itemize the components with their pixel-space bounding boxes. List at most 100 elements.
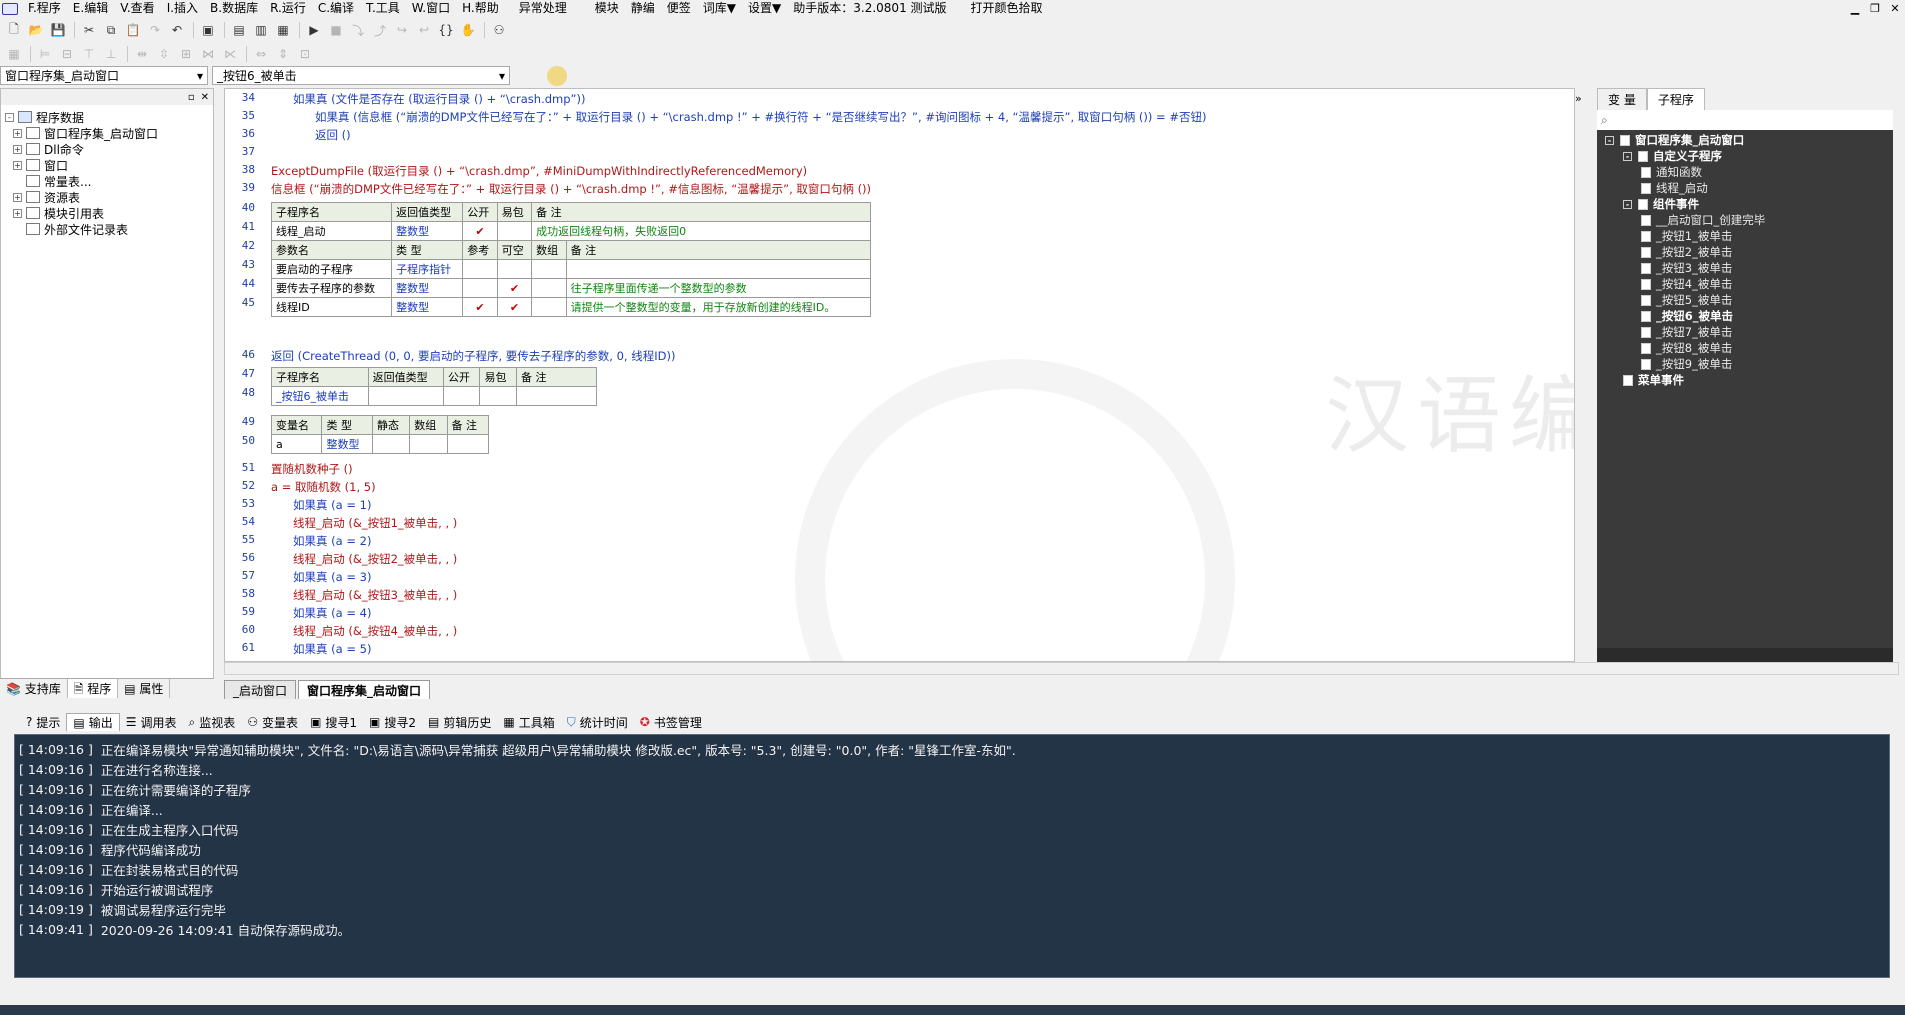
tab-hint[interactable]: ? 提示 bbox=[20, 714, 66, 731]
code-line-59[interactable]: 如果真 (a = 4) bbox=[293, 605, 371, 621]
subroutine-node[interactable]: - 自定义子程序 bbox=[1597, 148, 1893, 164]
align-bottom-icon[interactable]: ⊥ bbox=[101, 45, 121, 63]
step-4-icon[interactable]: ↩ bbox=[414, 21, 434, 39]
code-line-57[interactable]: 如果真 (a = 3) bbox=[293, 569, 371, 585]
menu-tools[interactable]: T.工具 bbox=[360, 0, 406, 17]
code-line-39[interactable]: 信息框 (“崩溃的DMP文件已经写在了：” + 取运行目录 () + “\cra… bbox=[271, 181, 871, 197]
menu-exception[interactable]: 异常处理 bbox=[513, 0, 573, 17]
menu-database[interactable]: B.数据库 bbox=[204, 0, 264, 17]
code-line-36[interactable]: 返回 () bbox=[315, 127, 351, 143]
subroutine-node[interactable]: 通知函数 bbox=[1597, 164, 1893, 180]
layout-1-icon[interactable]: ▤ bbox=[229, 21, 249, 39]
menu-view[interactable]: V.查看 bbox=[114, 0, 160, 17]
same-size-icon[interactable]: ⊞ bbox=[176, 45, 196, 63]
tab-search2[interactable]: ▣ 搜寻2 bbox=[363, 714, 422, 731]
tree-node[interactable]: - 程序数据 bbox=[5, 109, 213, 125]
tab-search1[interactable]: ▣ 搜寻1 bbox=[304, 714, 363, 731]
menu-compile[interactable]: C.编译 bbox=[312, 0, 360, 17]
binoculars-icon[interactable]: ⚇ bbox=[489, 21, 509, 39]
center-h-icon[interactable]: ⇔ bbox=[251, 45, 271, 63]
tab-start-window[interactable]: _启动窗口 bbox=[224, 680, 297, 699]
menu-program[interactable]: F.程序 bbox=[22, 0, 67, 17]
subroutine-node[interactable]: 菜单事件 bbox=[1597, 372, 1893, 388]
run-icon[interactable]: ▶ bbox=[304, 21, 324, 39]
tree-node[interactable]: 常量表... bbox=[5, 173, 213, 189]
layout-3-icon[interactable]: ▦ bbox=[273, 21, 293, 39]
tab-call-stack[interactable]: ☰ 调用表 bbox=[120, 714, 183, 731]
subroutine-node[interactable]: _按钮2_被单击 bbox=[1597, 244, 1893, 260]
code-line-51[interactable]: 置随机数种子 () bbox=[271, 461, 353, 477]
subroutine-node[interactable]: __启动窗口_创建完毕 bbox=[1597, 212, 1893, 228]
same-height-icon[interactable]: ⇳ bbox=[154, 45, 174, 63]
code-line-35[interactable]: 如果真 (信息框 (“崩溃的DMP文件已经写在了：” + 取运行目录 () + … bbox=[315, 109, 1206, 125]
space-h-icon[interactable]: ⋈ bbox=[198, 45, 218, 63]
save-icon[interactable]: 💾 bbox=[48, 21, 68, 39]
subroutine-node[interactable]: - 窗口程序集_启动窗口 bbox=[1597, 132, 1893, 148]
close-icon[interactable]: ✕ bbox=[1885, 0, 1905, 17]
tree-node[interactable]: 外部文件记录表 bbox=[5, 221, 213, 237]
tab-output[interactable]: ▤ 输出 bbox=[66, 713, 120, 731]
restore-icon[interactable]: ❐ bbox=[1865, 0, 1885, 17]
close-icon[interactable]: ✕ bbox=[201, 92, 209, 103]
menu-window[interactable]: W.窗口 bbox=[406, 0, 456, 17]
menu-color-picker[interactable]: 打开颜色拾取 bbox=[965, 0, 1049, 17]
tab-variables-table[interactable]: ⚇ 变量表 bbox=[241, 714, 304, 731]
subroutine-node[interactable]: _按钮9_被单击 bbox=[1597, 356, 1893, 372]
code-line-52[interactable]: a = 取随机数 (1, 5) bbox=[271, 479, 376, 495]
subroutine-node[interactable]: _按钮1_被单击 bbox=[1597, 228, 1893, 244]
subroutine-name[interactable]: 线程_启动 bbox=[270, 221, 393, 241]
grid-icon[interactable]: ⊡ bbox=[295, 45, 315, 63]
code-line-61[interactable]: 如果真 (a = 5) bbox=[293, 641, 371, 657]
copy-icon[interactable]: ⧉ bbox=[101, 21, 121, 39]
menu-insert[interactable]: I.插入 bbox=[161, 0, 204, 17]
editor-horizontal-scrollbar[interactable] bbox=[224, 662, 1899, 675]
tab-timing[interactable]: ⛉ 统计时间 bbox=[561, 714, 634, 731]
tree-node[interactable]: + Dll命令 bbox=[5, 141, 213, 157]
minimize-icon[interactable]: ▁ bbox=[1845, 0, 1865, 17]
step-1-icon[interactable]: ⤵ bbox=[348, 21, 368, 39]
tab-subroutines[interactable]: 子程序 bbox=[1646, 88, 1705, 110]
paste-icon[interactable]: 📋 bbox=[123, 21, 143, 39]
cut-icon[interactable]: ✂ bbox=[79, 21, 99, 39]
tree-node[interactable]: + 窗口程序集_启动窗口 bbox=[5, 125, 213, 141]
code-line-38[interactable]: ExceptDumpFile (取运行目录 () + “\crash.dmp”,… bbox=[271, 163, 807, 179]
subroutine-node[interactable]: _按钮4_被单击 bbox=[1597, 276, 1893, 292]
subroutine-node[interactable]: _按钮3_被单击 bbox=[1597, 260, 1893, 276]
same-width-icon[interactable]: ⇹ bbox=[132, 45, 152, 63]
collapse-panel-icon[interactable]: » bbox=[1575, 92, 1582, 105]
subroutine-node[interactable]: _按钮8_被单击 bbox=[1597, 340, 1893, 356]
center-v-icon[interactable]: ⇕ bbox=[273, 45, 293, 63]
subroutine-node[interactable]: _按钮7_被单击 bbox=[1597, 324, 1893, 340]
align-left-icon[interactable]: ⊨ bbox=[35, 45, 55, 63]
tree-node[interactable]: + 资源表 bbox=[5, 189, 213, 205]
step-2-icon[interactable]: ⤴ bbox=[370, 21, 390, 39]
menu-notes[interactable]: 便签 bbox=[661, 0, 697, 17]
code-line-60[interactable]: 线程_启动 (&_按钮4_被单击, , ) bbox=[293, 623, 457, 639]
find-icon[interactable]: ▣ bbox=[198, 21, 218, 39]
new-file-icon[interactable]: 🗋 bbox=[4, 21, 24, 39]
tab-program[interactable]: 🗎 程序 bbox=[67, 679, 119, 698]
tab-support-library[interactable]: 📚 支持库 bbox=[0, 679, 68, 698]
undo-icon[interactable]: ↶ bbox=[167, 21, 187, 39]
code-area[interactable]: 如果真 (文件是否存在 (取运行目录 () + “\crash.dmp”)) 如… bbox=[270, 89, 1561, 661]
tab-properties[interactable]: ▤ 属性 bbox=[118, 679, 171, 698]
menu-static[interactable]: 静编 bbox=[625, 0, 661, 17]
subroutine-search[interactable]: ⌕ bbox=[1597, 110, 1893, 130]
subroutine-node[interactable]: _按钮5_被单击 bbox=[1597, 292, 1893, 308]
menu-lexicon[interactable]: 词库▼ bbox=[697, 0, 742, 17]
menu-module[interactable]: 模块 bbox=[589, 0, 625, 17]
redo-icon[interactable]: ↷ bbox=[145, 21, 165, 39]
align-top-icon[interactable]: ⊤ bbox=[79, 45, 99, 63]
align-center-icon[interactable]: ⊟ bbox=[57, 45, 77, 63]
tab-window-class[interactable]: 窗口程序集_启动窗口 bbox=[298, 680, 431, 699]
class-selector[interactable]: 窗口程序集_启动窗口 ▾ bbox=[0, 66, 208, 85]
method-selector[interactable]: _按钮6_被单击 ▾ bbox=[212, 66, 510, 85]
tab-watch[interactable]: ⌕ 监视表 bbox=[183, 714, 242, 731]
menu-edit[interactable]: E.编辑 bbox=[67, 0, 114, 17]
tab-clip-history[interactable]: ▤ 剪辑历史 bbox=[422, 714, 497, 731]
menu-help[interactable]: H.帮助 bbox=[456, 0, 505, 17]
hand-icon[interactable]: ✋ bbox=[458, 21, 478, 39]
tab-bookmarks[interactable]: ✪ 书签管理 bbox=[634, 714, 708, 731]
step-into-icon[interactable]: {} bbox=[436, 21, 456, 39]
pin-icon[interactable]: ▫ bbox=[188, 92, 195, 103]
